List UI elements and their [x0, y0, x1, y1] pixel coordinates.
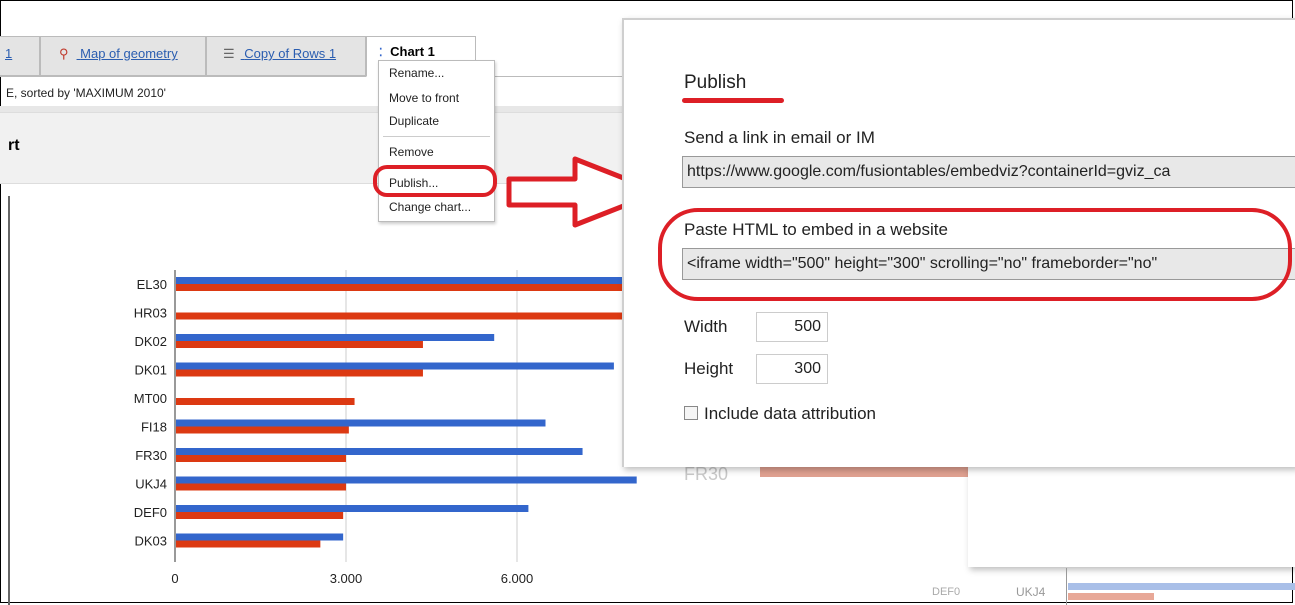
link-label: Send a link in email or IM: [684, 128, 875, 147]
x-tick-label: 3.000: [330, 571, 363, 586]
category-label: EL30: [137, 277, 167, 292]
category-label: MT00: [134, 391, 167, 406]
tab-label: Chart 1: [390, 44, 435, 59]
bar-dk03-series-1[interactable]: [176, 533, 344, 541]
attribution-checkbox[interactable]: [684, 406, 698, 420]
background-axis: [1066, 568, 1067, 605]
bar-dk03-series-2[interactable]: [176, 540, 321, 548]
bar-fi18-series-1[interactable]: [176, 419, 546, 427]
tab-strip: 1 ⚲ Map of geometry ☰ Copy of Rows 1 ⁚ C…: [0, 36, 630, 77]
bar-def0-series-1[interactable]: [176, 505, 529, 512]
category-label: FI18: [141, 420, 167, 435]
width-label: Width: [684, 317, 728, 336]
link-field[interactable]: https://www.google.com/fusiontables/embe…: [682, 156, 1295, 188]
background-bar: [1068, 583, 1295, 590]
title-underline-annotation: [682, 98, 784, 103]
category-label: DEF0: [134, 505, 167, 520]
bar-el30-series-2[interactable]: [176, 284, 637, 291]
category-label: UKJ4: [135, 477, 167, 492]
bar-ukj4-series-2[interactable]: [176, 483, 346, 491]
bar-dk02-series-2[interactable]: [176, 341, 423, 348]
menu-item-move-to-front[interactable]: Move to front: [389, 91, 459, 105]
embed-highlight-annotation: [658, 208, 1292, 301]
map-pin-icon: ⚲: [59, 46, 69, 61]
background-chart-panel: [968, 465, 1295, 567]
table-icon: ☰: [223, 46, 235, 61]
publish-highlight-annotation: [373, 165, 497, 197]
background-bar: [1068, 593, 1154, 600]
menu-item-change-chart[interactable]: Change chart...: [389, 200, 471, 214]
tab-label: Map of geometry: [80, 46, 178, 61]
height-field[interactable]: 300: [756, 354, 828, 384]
height-label: Height: [684, 359, 734, 378]
dialog-title: Publish: [684, 72, 747, 93]
bar-def0-series-2[interactable]: [176, 512, 344, 519]
bar-hr03-series-2[interactable]: [176, 312, 637, 320]
bar-fr30-series-1[interactable]: [176, 448, 583, 455]
chart-icon: ⁚: [379, 47, 383, 59]
category-label: DK03: [134, 534, 167, 549]
menu-item-duplicate[interactable]: Duplicate: [389, 114, 439, 128]
category-label: HR03: [134, 306, 167, 321]
bar-mt00-series-2[interactable]: [176, 398, 355, 405]
x-tick-label: 6.000: [501, 571, 534, 586]
category-label: DK01: [134, 363, 167, 378]
menu-item-remove[interactable]: Remove: [389, 145, 434, 159]
background-label-ukj4: UKJ4: [1016, 585, 1046, 599]
bar-dk01-series-2[interactable]: [176, 369, 423, 377]
bar-dk02-series-1[interactable]: [176, 334, 495, 341]
bar-el30-series-1[interactable]: [176, 277, 637, 284]
chart-header-title: rt: [8, 137, 20, 154]
bar-fr30-series-2[interactable]: [176, 455, 346, 462]
menu-divider: [383, 136, 490, 137]
tab-map-of-geometry[interactable]: ⚲ Map of geometry: [40, 36, 206, 76]
tab-label: 1: [5, 46, 13, 61]
x-tick-label: 0: [171, 571, 178, 586]
bar-fi18-series-2[interactable]: [176, 426, 349, 434]
tab-rows-1[interactable]: 1: [0, 36, 40, 76]
background-label-def0: DEF0: [932, 586, 961, 598]
tab-copy-of-rows-1[interactable]: ☰ Copy of Rows 1: [206, 36, 366, 76]
tab-label: Copy of Rows 1: [244, 46, 337, 61]
width-field[interactable]: 500: [756, 312, 828, 342]
bar-chart: EL30 HR03 DK02 DK01 MT00 FI18 FR30 UKJ4 DEF0 DK03…: [134, 270, 637, 586]
tab-context-menu: Rename... Move to front Duplicate Remove…: [378, 60, 495, 222]
attribution-label: Include data attribution: [704, 404, 877, 423]
bar-dk01-series-1[interactable]: [176, 362, 614, 370]
background-label-fr30: FR30: [684, 464, 729, 484]
menu-item-rename[interactable]: Rename...: [389, 66, 444, 80]
category-label: FR30: [135, 448, 167, 463]
bar-ukj4-series-1[interactable]: [176, 476, 637, 484]
category-label: DK02: [134, 334, 167, 349]
table-sort-description: E, sorted by 'MAXIMUM 2010': [6, 86, 166, 100]
